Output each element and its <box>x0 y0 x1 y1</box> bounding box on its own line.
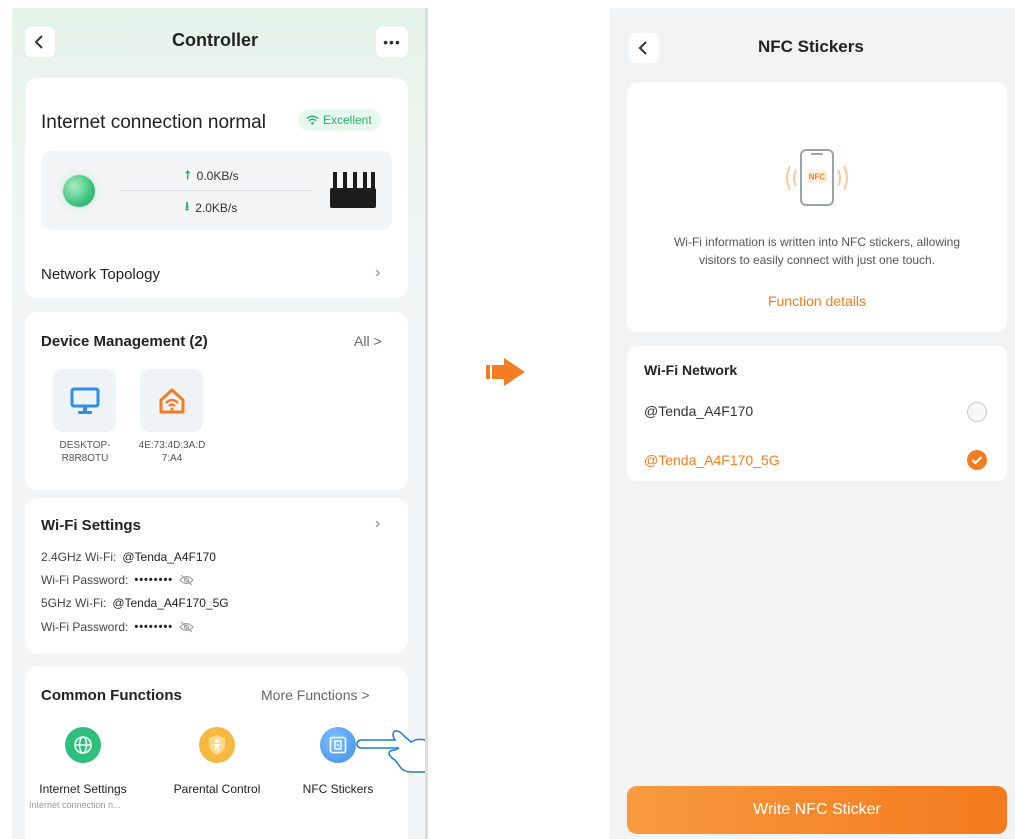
upload-speed: ⭡ 0.0KB/s <box>185 168 239 183</box>
wifi-icon <box>306 115 319 125</box>
device-name-desktop: DESKTOP- R8R8OTU <box>59 440 111 464</box>
check-icon <box>971 456 983 465</box>
router-icon <box>330 172 376 208</box>
device-management-title: Device Management (2) <box>41 333 208 350</box>
wifi-settings-card[interactable]: Wi-Fi Settings › 2.4GHz Wi-Fi: @Tenda_A4… <box>25 498 408 653</box>
svg-text:NFC: NFC <box>809 173 826 182</box>
monitor-icon <box>70 387 99 414</box>
nfc-phone-icon: NFC <box>786 149 848 206</box>
nfc-stickers-screen: NFC Stickers NFC Wi-Fi information is wr… <box>610 8 1015 839</box>
internet-globe-icon <box>63 175 95 207</box>
wifi-24-row: 2.4GHz Wi-Fi: @Tenda_A4F170 <box>41 550 216 564</box>
chevron-left-icon <box>638 41 647 55</box>
eye-off-icon[interactable] <box>179 574 194 586</box>
child-shield-icon <box>209 735 225 755</box>
chevron-right-icon[interactable]: › <box>375 515 380 533</box>
wifi-network-title: Wi-Fi Network <box>644 362 738 378</box>
more-functions-link[interactable]: More Functions > <box>261 687 370 703</box>
network-topology-row[interactable]: Network Topology <box>41 266 160 283</box>
signal-quality-badge: Excellent <box>298 109 381 131</box>
common-functions-title: Common Functions <box>41 687 182 704</box>
all-devices-link[interactable]: All > <box>354 333 382 349</box>
controller-screen: Controller ••• Internet connection norma… <box>12 8 428 839</box>
function-details-link[interactable]: Function details <box>627 293 1007 309</box>
nfc-description: Wi-Fi information is written into NFC st… <box>673 235 961 267</box>
wifi-5g-row: 5GHz Wi-Fi: @Tenda_A4F170_5G <box>41 596 229 610</box>
device-management-card: Device Management (2) All > DESKTOP- R8R… <box>25 312 408 490</box>
pointing-hand-icon <box>356 730 425 773</box>
more-dots-icon: ••• <box>383 34 401 50</box>
back-button[interactable] <box>25 27 55 57</box>
nfc-stickers-label: NFC Stickers <box>302 782 374 796</box>
more-button[interactable]: ••• <box>376 27 408 57</box>
transition-arrow-icon <box>486 358 525 386</box>
common-functions-card: Common Functions More Functions > Intern… <box>25 667 425 839</box>
globe-icon <box>74 736 92 754</box>
upload-arrow-icon: ⭡ <box>185 168 191 182</box>
wifi-home-icon <box>159 388 184 413</box>
connection-card: Internet connection normal Excellent ⭡ 0… <box>25 78 408 298</box>
wifi-settings-title: Wi-Fi Settings <box>41 517 141 534</box>
eye-off-icon[interactable] <box>179 621 194 633</box>
write-nfc-sticker-button[interactable]: Write NFC Sticker <box>627 786 1007 834</box>
device-name-mac: 4E:73:4D:3A:D 7:A4 <box>138 440 206 464</box>
internet-settings-button[interactable] <box>65 727 101 763</box>
connection-status: Internet connection normal <box>41 112 266 133</box>
radio-checked[interactable] <box>967 450 987 470</box>
download-arrow-icon: ⭳ <box>185 199 190 213</box>
internet-settings-label: Internet Settings <box>39 782 127 796</box>
radio-unchecked[interactable] <box>967 402 987 422</box>
speed-panel: ⭡ 0.0KB/s ⭳ 2.0KB/s <box>41 151 392 230</box>
wifi-5g-password-row: Wi-Fi Password: •••••••• <box>41 620 194 634</box>
nfc-icon <box>329 736 347 754</box>
download-speed: ⭳ 2.0KB/s <box>185 197 237 218</box>
back-button[interactable] <box>629 33 659 63</box>
internet-settings-sub: Internet connection n... <box>29 800 121 810</box>
parental-control-button[interactable] <box>199 727 235 763</box>
nfc-stickers-button[interactable] <box>320 727 356 763</box>
wifi-option-24g[interactable]: @Tenda_A4F170 <box>644 403 753 419</box>
parental-control-label: Parental Control <box>173 782 261 796</box>
page-title: NFC Stickers <box>758 37 864 56</box>
wifi-option-5g[interactable]: @Tenda_A4F170_5G <box>644 452 780 468</box>
speed-divider <box>120 190 313 191</box>
nfc-info-card: NFC Wi-Fi information is written into NF… <box>627 83 1007 332</box>
device-tile-mac[interactable] <box>140 369 203 432</box>
device-tile-desktop[interactable] <box>53 369 116 432</box>
wifi-network-card: Wi-Fi Network @Tenda_A4F170 @Tenda_A4F17… <box>627 346 1007 481</box>
page-title: Controller <box>172 30 259 50</box>
wifi-24-password-row: Wi-Fi Password: •••••••• <box>41 573 194 587</box>
chevron-right-icon[interactable]: › <box>375 264 380 282</box>
chevron-left-icon <box>34 35 43 49</box>
